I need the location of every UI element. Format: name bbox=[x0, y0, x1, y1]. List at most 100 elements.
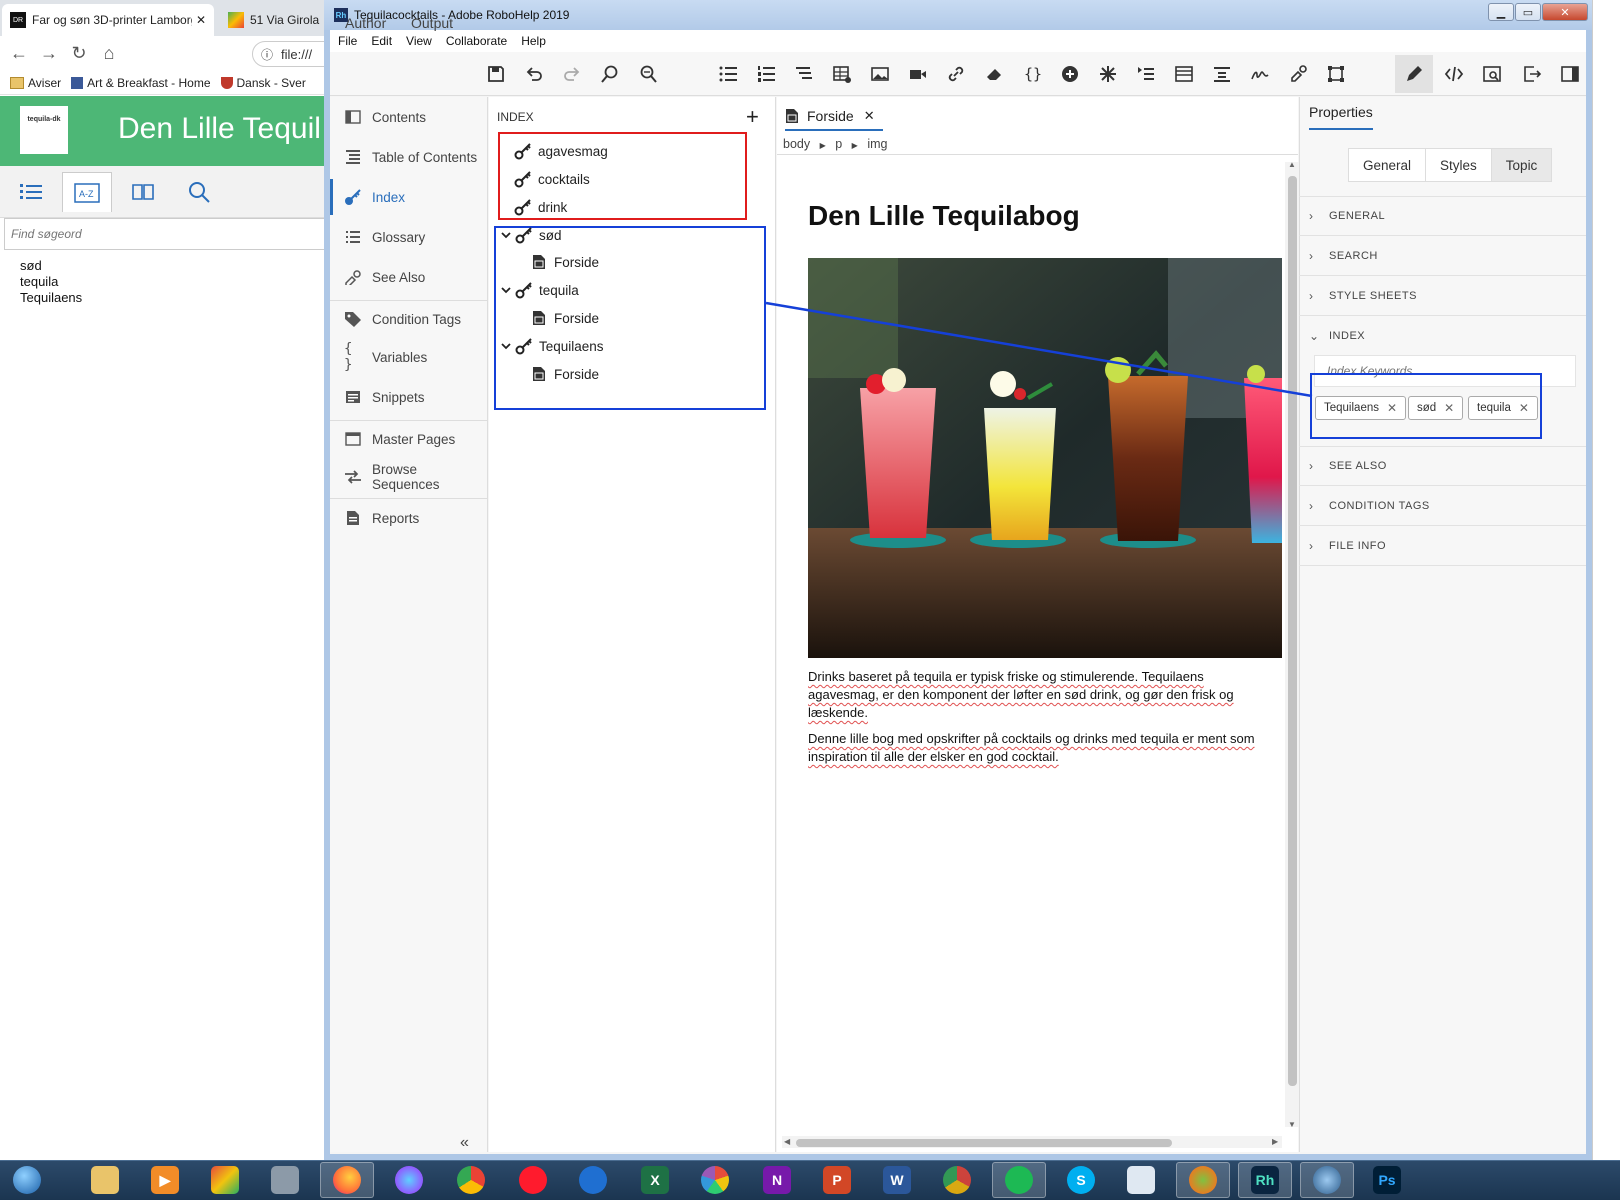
insert-video-icon[interactable] bbox=[906, 62, 930, 86]
back-arrow-icon[interactable]: ← bbox=[4, 38, 34, 68]
eraser-icon[interactable] bbox=[982, 62, 1006, 86]
chevron-down-icon[interactable] bbox=[499, 231, 513, 239]
bookmark-art-breakfast[interactable]: Art & Breakfast - Home bbox=[71, 76, 211, 90]
section-style-sheets[interactable]: › STYLE SHEETS bbox=[1299, 276, 1586, 316]
bullet-list-icon[interactable] bbox=[716, 62, 740, 86]
bookmark-aviser[interactable]: Aviser bbox=[10, 76, 61, 90]
output-mode-tab[interactable]: Output bbox=[411, 8, 453, 38]
insert-image-icon[interactable] bbox=[868, 62, 892, 86]
keyword-search-input[interactable] bbox=[4, 218, 334, 250]
browser-tab-active[interactable]: DR Far og søn 3D-printer Lamborg ✕ bbox=[2, 4, 214, 36]
skype-icon[interactable]: S bbox=[1054, 1162, 1108, 1198]
forward-arrow-icon[interactable]: → bbox=[34, 38, 64, 68]
start-orb-icon[interactable] bbox=[0, 1162, 54, 1198]
redo-icon[interactable] bbox=[560, 62, 584, 86]
az-index-icon[interactable]: A-Z bbox=[62, 172, 112, 212]
crop-frame-icon[interactable] bbox=[1324, 62, 1348, 86]
preview-icon[interactable] bbox=[1480, 62, 1504, 86]
breadcrumb-item[interactable]: img bbox=[867, 137, 887, 151]
variable-braces-icon[interactable]: {} bbox=[1020, 62, 1044, 86]
menu-help[interactable]: Help bbox=[521, 34, 546, 48]
picasa-icon[interactable] bbox=[688, 1162, 742, 1198]
nav-browse-sequences[interactable]: Browse Sequences bbox=[330, 459, 488, 495]
dropdown-text-icon[interactable] bbox=[1134, 62, 1158, 86]
tools-icon[interactable] bbox=[258, 1162, 312, 1198]
hyperlink-icon[interactable] bbox=[944, 62, 968, 86]
paint-icon[interactable] bbox=[198, 1162, 252, 1198]
search-icon[interactable] bbox=[174, 172, 224, 212]
keyword-item-expanded[interactable]: Tequilaens bbox=[499, 335, 604, 357]
keyword-topic[interactable]: Forside bbox=[532, 251, 599, 273]
section-index[interactable]: ⌄ INDEX bbox=[1299, 316, 1586, 356]
index-term[interactable]: tequila bbox=[20, 274, 82, 290]
thunderbird-icon[interactable] bbox=[566, 1162, 620, 1198]
opera-icon[interactable] bbox=[506, 1162, 560, 1198]
paragraph[interactable]: Drinks baseret på tequila er typisk fris… bbox=[808, 668, 1258, 722]
nav-variables[interactable]: { } Variables bbox=[330, 339, 488, 375]
nav-index[interactable]: Index bbox=[330, 179, 488, 215]
keyword-topic[interactable]: Forside bbox=[532, 363, 599, 385]
media-player-icon[interactable]: ▶ bbox=[138, 1162, 192, 1198]
nav-glossary[interactable]: Glossary bbox=[330, 219, 488, 255]
robohelp-icon[interactable]: Rh bbox=[1238, 1162, 1292, 1198]
breadcrumb-item[interactable]: body bbox=[783, 137, 810, 151]
link-edit-icon[interactable] bbox=[1286, 62, 1310, 86]
close-icon[interactable]: ✕ bbox=[196, 13, 206, 27]
nav-condition-tags[interactable]: Condition Tags bbox=[330, 301, 488, 337]
cocktails-photo[interactable] bbox=[808, 258, 1282, 658]
reload-icon[interactable]: ↻ bbox=[64, 38, 94, 68]
scroll-right-arrow-icon[interactable]: ▶ bbox=[1272, 1137, 1278, 1146]
keyword-item-expanded[interactable]: tequila bbox=[499, 279, 579, 301]
numbered-list-icon[interactable] bbox=[754, 62, 778, 86]
excel-icon[interactable]: X bbox=[628, 1162, 682, 1198]
bookmark-dansk[interactable]: Dansk - Sver bbox=[220, 76, 306, 90]
section-see-also[interactable]: › SEE ALSO bbox=[1299, 446, 1586, 486]
glossary-book-icon[interactable] bbox=[118, 172, 168, 212]
scroll-up-arrow-icon[interactable]: ▲ bbox=[1288, 160, 1296, 169]
expanding-text-icon[interactable] bbox=[1172, 62, 1196, 86]
horizontal-scroll-thumb[interactable] bbox=[796, 1139, 1172, 1147]
signature-icon[interactable] bbox=[1248, 62, 1272, 86]
add-keyword-button[interactable]: + bbox=[746, 104, 759, 130]
browser-tab[interactable]: 51 Via Girola bbox=[220, 4, 330, 36]
collapse-panel-button[interactable]: « bbox=[460, 1134, 469, 1152]
vertical-scroll-thumb[interactable] bbox=[1288, 176, 1297, 1086]
topic-heading[interactable]: Den Lille Tequilabog bbox=[808, 200, 1080, 232]
chrome-icon[interactable] bbox=[444, 1162, 498, 1198]
explorer-icon[interactable] bbox=[78, 1162, 132, 1198]
section-general[interactable]: › GENERAL bbox=[1299, 196, 1586, 236]
minimize-button[interactable]: ▁ bbox=[1488, 3, 1514, 21]
undo-icon[interactable] bbox=[522, 62, 546, 86]
keyword-item[interactable]: drink bbox=[514, 196, 567, 218]
spotify-icon[interactable] bbox=[992, 1162, 1046, 1198]
chevron-down-icon[interactable] bbox=[499, 286, 513, 294]
close-icon[interactable]: ✕ bbox=[864, 108, 875, 124]
author-mode-tab[interactable]: Author bbox=[345, 8, 386, 38]
toc-list-icon[interactable] bbox=[6, 172, 56, 212]
keyword-item-expanded[interactable]: sød bbox=[499, 224, 562, 246]
nav-table-of-contents[interactable]: Table of Contents bbox=[330, 139, 488, 175]
mail-icon[interactable] bbox=[1114, 1162, 1168, 1198]
nav-snippets[interactable]: Snippets bbox=[330, 379, 488, 415]
section-condition-tags[interactable]: › CONDITION TAGS bbox=[1299, 486, 1586, 526]
breadcrumb-item[interactable]: p bbox=[835, 137, 842, 151]
index-term[interactable]: Tequilaens bbox=[20, 290, 82, 306]
chrome-dev-icon[interactable] bbox=[930, 1162, 984, 1198]
tab-topic[interactable]: Topic bbox=[1491, 149, 1552, 181]
nav-reports[interactable]: Reports bbox=[330, 500, 488, 536]
chevron-down-icon[interactable] bbox=[499, 342, 513, 350]
tab-general[interactable]: General bbox=[1349, 149, 1427, 181]
add-circle-icon[interactable] bbox=[1058, 62, 1082, 86]
tab-styles[interactable]: Styles bbox=[1426, 149, 1492, 181]
tab-forside[interactable]: Forside ✕ bbox=[785, 103, 883, 131]
app-orange-icon[interactable] bbox=[1176, 1162, 1230, 1198]
home-icon[interactable]: ⌂ bbox=[94, 38, 124, 68]
photoshop-icon[interactable]: Ps bbox=[1360, 1162, 1414, 1198]
maximize-button[interactable]: ▭ bbox=[1515, 3, 1541, 21]
find-replace-icon[interactable] bbox=[636, 62, 660, 86]
multilevel-list-icon[interactable] bbox=[792, 62, 816, 86]
nav-see-also[interactable]: See Also bbox=[330, 259, 488, 295]
section-file-info[interactable]: › FILE INFO bbox=[1299, 526, 1586, 566]
paragraph[interactable]: Denne lille bog med opskrifter på cockta… bbox=[808, 730, 1258, 766]
scroll-down-arrow-icon[interactable]: ▼ bbox=[1288, 1120, 1296, 1129]
